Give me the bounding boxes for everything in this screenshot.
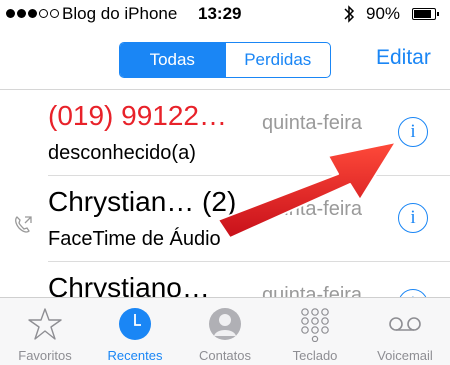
caller-name: Chrystian… (2) — [48, 186, 237, 217]
status-bar: Blog do iPhone 13:29 90% — [0, 0, 450, 30]
carrier-name: Blog do iPhone — [62, 4, 178, 23]
caller-name: (019) 99122… — [48, 100, 228, 131]
info-button[interactable]: i — [398, 203, 428, 233]
info-button[interactable]: i — [398, 117, 428, 147]
filter-segmented-control: Todas Perdidas — [119, 42, 331, 78]
keypad-icon — [301, 308, 329, 342]
tab-label: Contatos — [198, 348, 252, 363]
call-subtitle: desconhecido(a) — [48, 142, 196, 164]
tab-bar: Favoritos Recentes Contatos Teclado Voic… — [0, 297, 450, 365]
segment-missed[interactable]: Perdidas — [224, 43, 331, 77]
battery-percentage: 90% — [366, 4, 401, 23]
tab-voicemail[interactable]: Voicemail — [360, 298, 450, 365]
star-icon — [28, 308, 62, 340]
tab-keypad[interactable]: Teclado — [270, 298, 360, 365]
battery-icon — [412, 8, 439, 20]
call-date: quinta-feira — [262, 112, 363, 134]
call-subtitle: FaceTime de Áudio — [48, 228, 221, 250]
edit-button[interactable]: Editar — [376, 46, 431, 70]
tab-recents[interactable]: Recentes — [90, 298, 180, 365]
tab-label: Teclado — [292, 348, 338, 363]
clock-icon — [119, 308, 151, 340]
contact-icon — [209, 308, 241, 340]
bluetooth-icon — [342, 4, 356, 29]
segment-all[interactable]: Todas — [120, 43, 225, 77]
tab-label: Recentes — [107, 348, 163, 363]
status-time: 13:29 — [198, 4, 242, 23]
navigation-bar: Todas Perdidas Editar — [0, 30, 450, 90]
phone-screen: Blog do iPhone 13:29 90% Todas Perdidas … — [0, 0, 450, 365]
tab-label: Voicemail — [377, 348, 433, 363]
outgoing-call-icon — [12, 214, 34, 236]
voicemail-icon — [389, 317, 421, 331]
signal-strength-icon — [6, 9, 59, 18]
tab-label: Favoritos — [18, 348, 72, 363]
tab-favorites[interactable]: Favoritos — [0, 298, 90, 365]
tab-contacts[interactable]: Contatos — [180, 298, 270, 365]
red-arrow-annotation-icon — [217, 141, 397, 239]
